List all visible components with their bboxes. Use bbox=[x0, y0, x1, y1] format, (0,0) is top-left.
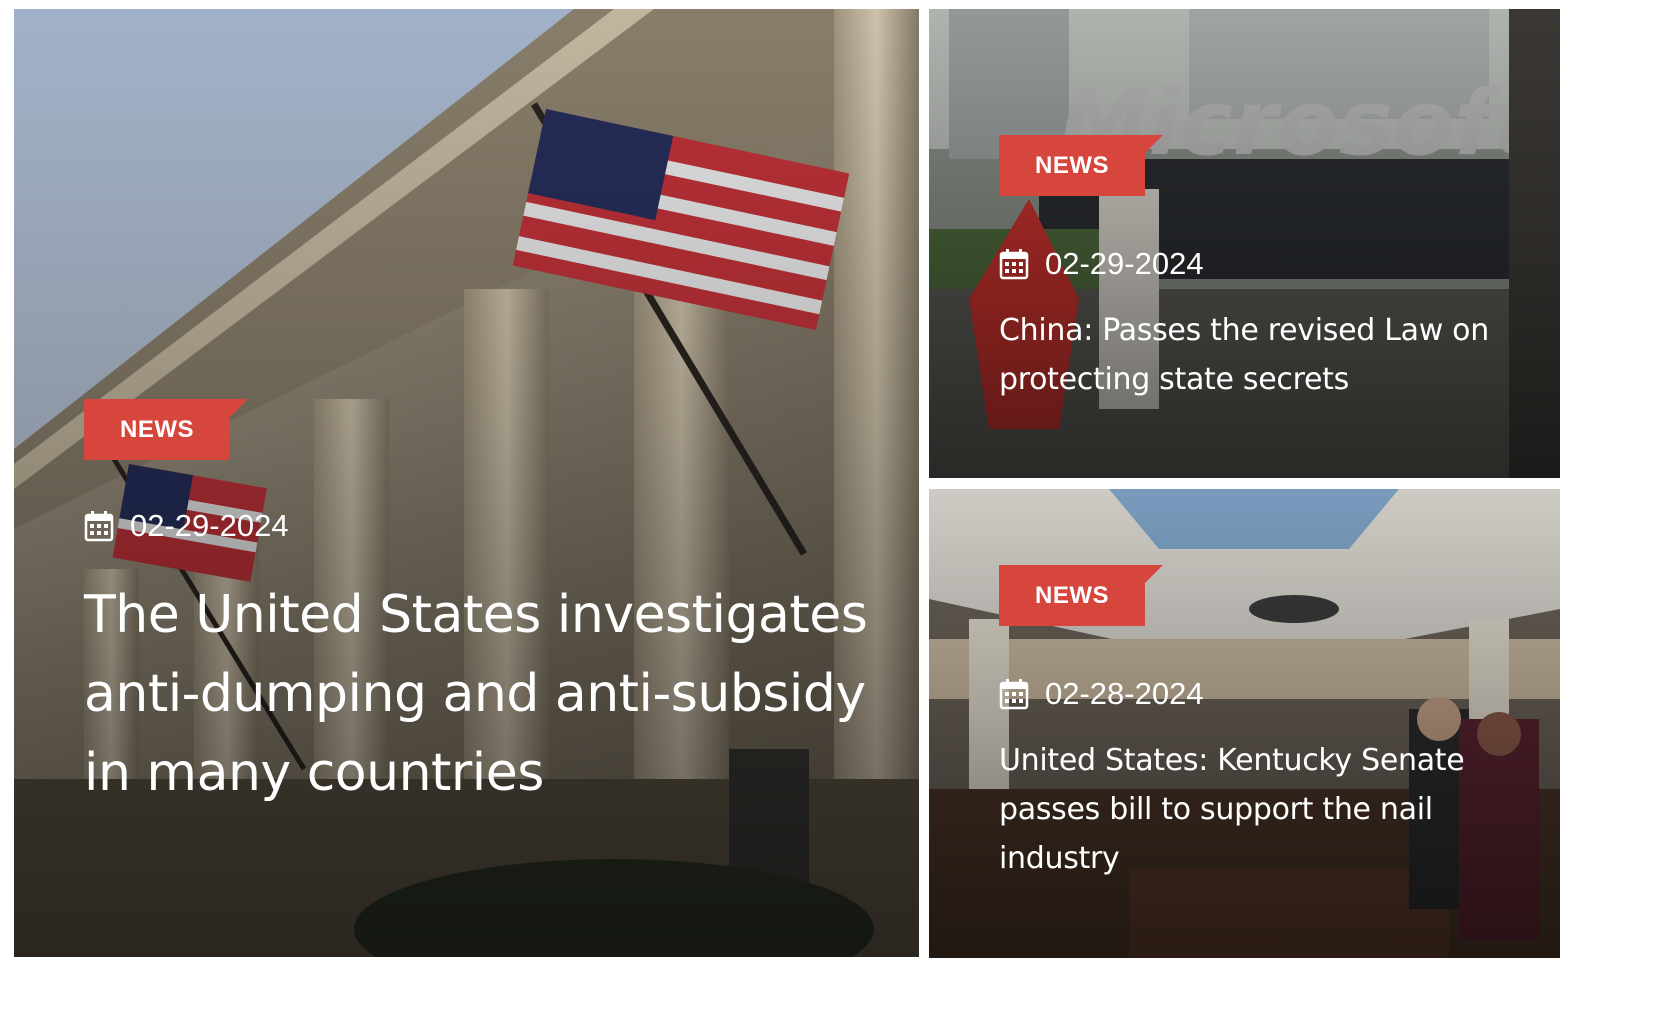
top-right-article-date-row: 02-29-2024 bbox=[999, 244, 1520, 284]
bottom-right-article-title[interactable]: United States: Kentucky Senate passes bi… bbox=[999, 736, 1499, 883]
bottom-right-article-card[interactable]: NEWS 02-28-2024 United States: Kentucky … bbox=[929, 489, 1560, 958]
calendar-icon bbox=[999, 249, 1029, 280]
calendar-icon bbox=[999, 679, 1029, 710]
featured-article-card[interactable]: NEWS 02-29-2024 The United States invest… bbox=[14, 9, 919, 957]
featured-article-date: 02-29-2024 bbox=[130, 508, 289, 543]
top-right-article-card[interactable]: Microsoft NEWS 02-29-2024 China: Passe bbox=[929, 9, 1560, 478]
top-right-article-category-badge[interactable]: NEWS bbox=[999, 135, 1163, 196]
bottom-right-article-content: NEWS 02-28-2024 United States: Kentucky … bbox=[999, 565, 1520, 883]
bottom-right-article-date-row: 02-28-2024 bbox=[999, 674, 1520, 714]
featured-article-title[interactable]: The United States investigates anti-dump… bbox=[84, 576, 879, 813]
featured-article-category-badge[interactable]: NEWS bbox=[84, 399, 248, 460]
top-right-article-date: 02-29-2024 bbox=[1045, 246, 1204, 281]
featured-article-date-row: 02-29-2024 bbox=[84, 506, 879, 546]
bottom-right-article-date: 02-28-2024 bbox=[1045, 676, 1204, 711]
top-right-article-content: NEWS 02-29-2024 China: Passes the revise… bbox=[999, 135, 1520, 404]
bottom-right-article-category-badge[interactable]: NEWS bbox=[999, 565, 1163, 626]
calendar-icon bbox=[84, 511, 114, 542]
top-right-article-title[interactable]: China: Passes the revised Law on protect… bbox=[999, 306, 1499, 404]
featured-article-content: NEWS 02-29-2024 The United States invest… bbox=[84, 399, 879, 813]
